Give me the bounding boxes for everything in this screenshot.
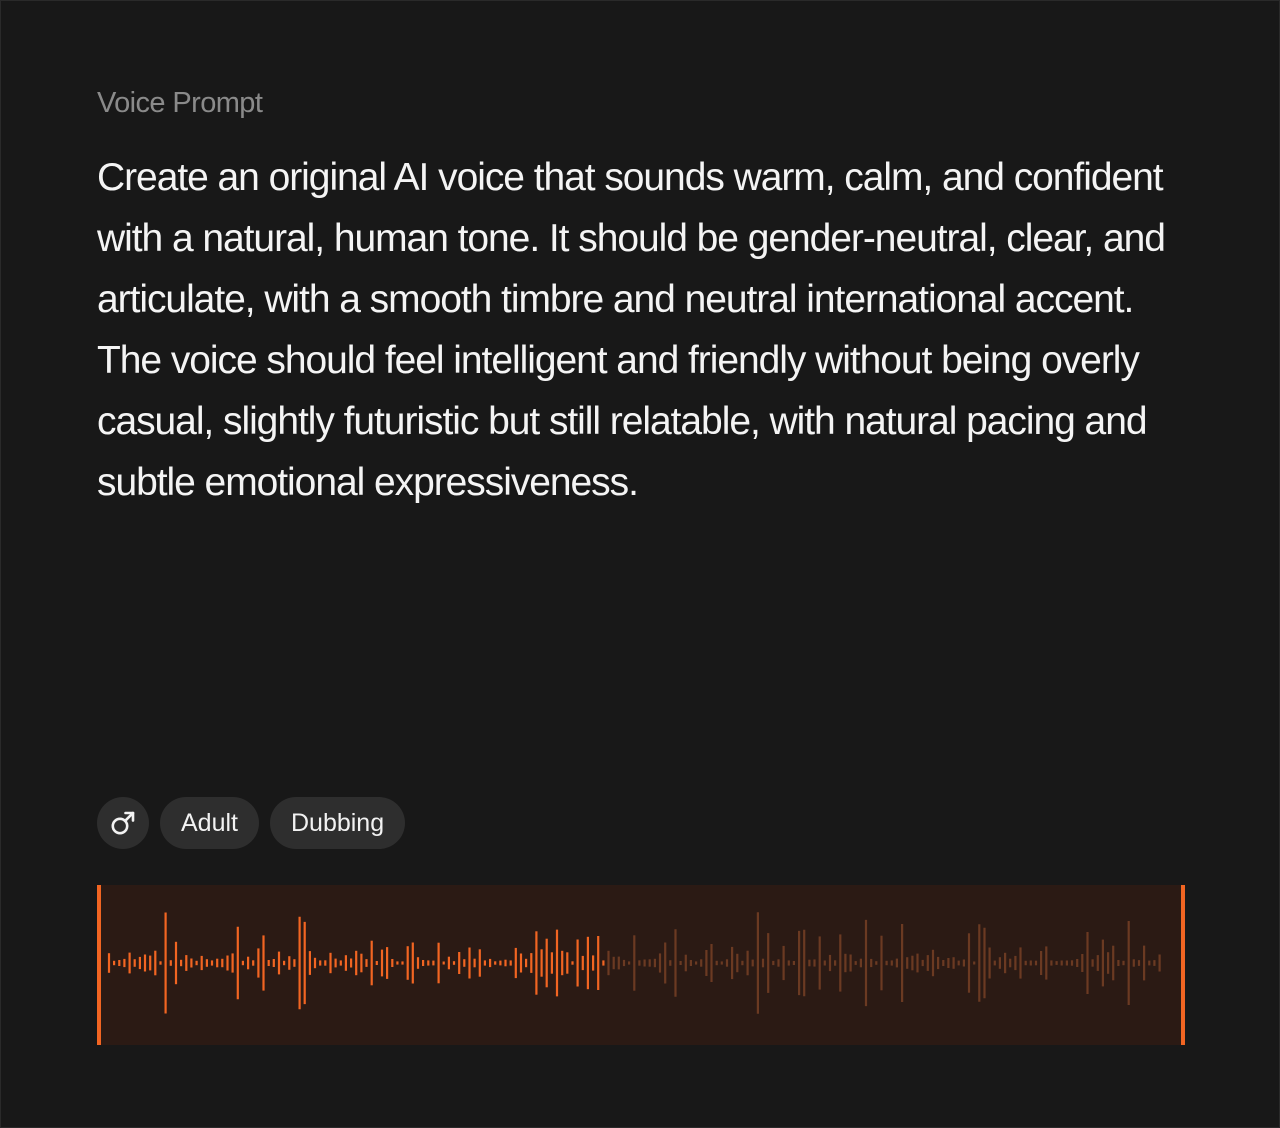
waveform-end-marker xyxy=(1181,885,1185,1045)
voice-prompt-label: Voice Prompt xyxy=(97,87,263,119)
voice-prompt-text: Create an original AI voice that sounds … xyxy=(97,156,1166,504)
gender-tag[interactable] xyxy=(97,797,149,849)
voice-tags: Adult Dubbing xyxy=(97,797,406,849)
waveform-start-marker xyxy=(97,885,101,1045)
age-tag[interactable]: Adult xyxy=(160,797,259,849)
male-symbol-icon xyxy=(111,811,135,835)
use-case-tag[interactable]: Dubbing xyxy=(269,797,406,849)
voice-card: Voice Prompt Create an original AI voice… xyxy=(0,0,1280,1128)
audio-waveform[interactable] xyxy=(97,885,1185,1045)
waveform-graphic xyxy=(97,885,1185,1045)
